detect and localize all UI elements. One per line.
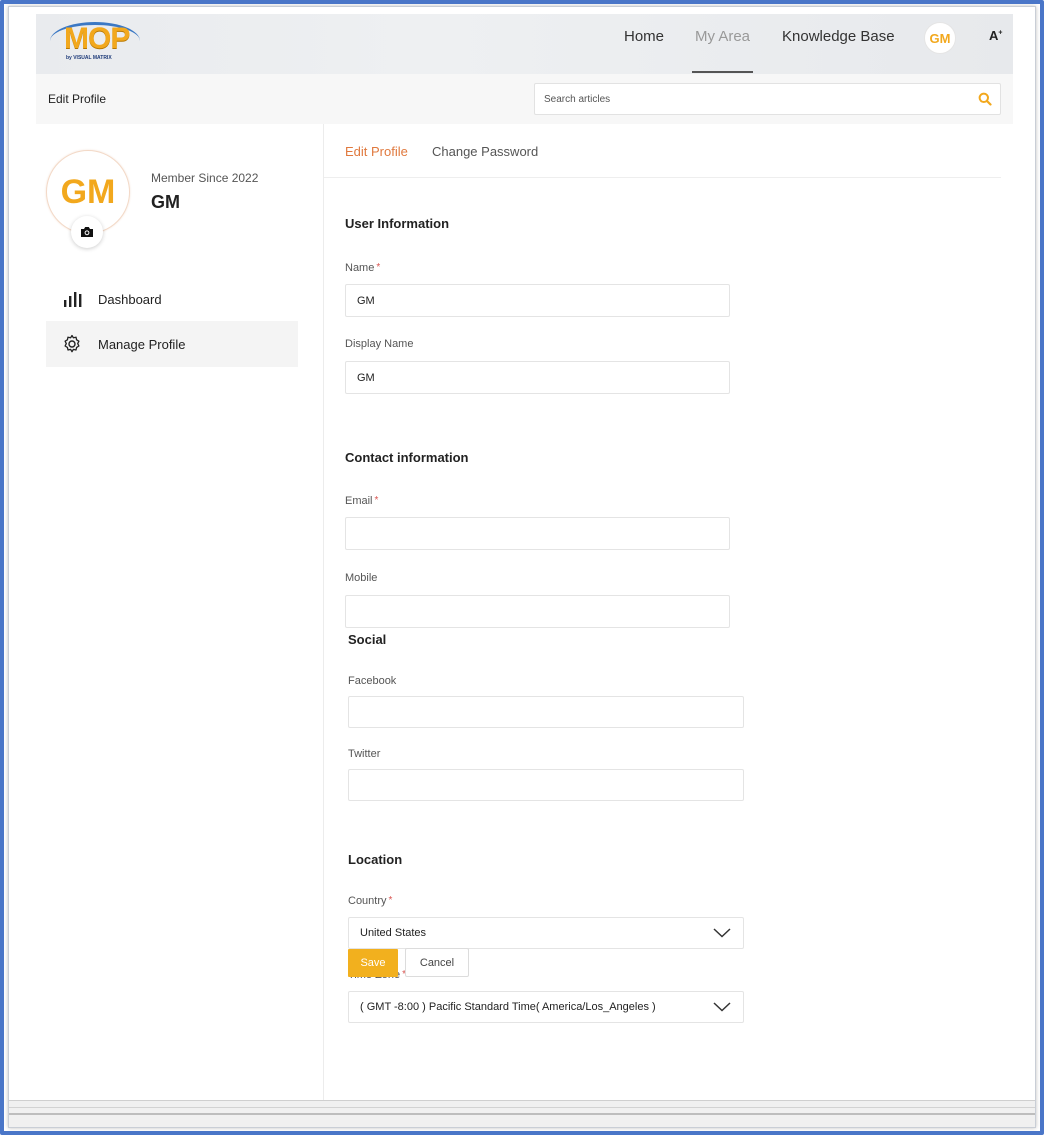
bottom-rule bbox=[8, 1107, 1036, 1108]
section-location: Location bbox=[348, 852, 403, 867]
font-size-icon-glyph: A bbox=[989, 28, 999, 43]
required-marker: * bbox=[376, 262, 381, 273]
name-label-text: Name bbox=[345, 262, 375, 274]
name-label: Name * bbox=[345, 262, 380, 274]
mop-logo[interactable]: MOP by VISUAL MATRIX bbox=[48, 20, 143, 64]
top-navigation: MOP by VISUAL MATRIX Home My Area Knowle… bbox=[36, 14, 1013, 74]
required-marker: * bbox=[374, 495, 379, 506]
search-icon[interactable] bbox=[978, 92, 992, 106]
display-name-field-wrapper bbox=[345, 361, 730, 394]
country-select[interactable]: United States bbox=[348, 917, 744, 949]
sidebar-item-manage-profile[interactable]: Manage Profile bbox=[46, 321, 298, 367]
timezone-select[interactable]: ( GMT -8:00 ) Pacific Standard Time( Ame… bbox=[348, 991, 744, 1023]
nav-active-indicator bbox=[692, 71, 753, 73]
tab-edit-profile[interactable]: Edit Profile bbox=[345, 144, 408, 159]
font-size-icon[interactable]: A+ bbox=[989, 28, 1002, 43]
country-label-text: Country bbox=[348, 895, 387, 907]
member-since: Member Since 2022 bbox=[151, 171, 259, 185]
chevron-down-icon bbox=[713, 928, 731, 938]
camera-icon bbox=[81, 227, 93, 237]
logo-subtext: by VISUAL MATRIX bbox=[66, 55, 112, 61]
profile-tabs: Edit Profile Change Password bbox=[324, 124, 1001, 178]
app-window: MOP by VISUAL MATRIX Home My Area Knowle… bbox=[36, 14, 1013, 1104]
nav-home[interactable]: Home bbox=[624, 28, 664, 45]
section-social: Social bbox=[348, 632, 387, 647]
gear-icon bbox=[64, 334, 80, 353]
save-button[interactable]: Save bbox=[348, 949, 398, 977]
section-contact-information: Contact information bbox=[345, 450, 469, 465]
chevron-down-icon bbox=[713, 1002, 731, 1012]
nav-knowledge-base[interactable]: Knowledge Base bbox=[782, 28, 895, 45]
section-user-information: User Information bbox=[345, 216, 450, 231]
bar-chart-icon bbox=[64, 292, 82, 307]
email-label-text: Email bbox=[345, 495, 373, 507]
profile-sidebar: GM Member Since 2022 GM Dashboard Manage… bbox=[36, 124, 324, 1104]
twitter-input[interactable] bbox=[349, 770, 743, 800]
user-avatar-button[interactable]: GM bbox=[924, 22, 956, 54]
facebook-field-wrapper bbox=[348, 696, 744, 728]
search-box bbox=[534, 83, 1001, 115]
country-label: Country * bbox=[348, 895, 392, 907]
logo-text: MOP bbox=[64, 22, 130, 55]
display-name-input[interactable] bbox=[346, 362, 729, 393]
mobile-input[interactable] bbox=[346, 596, 729, 627]
sidebar-item-label: Dashboard bbox=[98, 291, 162, 307]
name-input[interactable] bbox=[346, 285, 729, 316]
bottom-rule-thick bbox=[8, 1113, 1036, 1115]
email-label: Email * bbox=[345, 495, 378, 507]
twitter-field-wrapper bbox=[348, 769, 744, 801]
page-subheader: Edit Profile bbox=[36, 74, 1013, 124]
sidebar-item-dashboard[interactable]: Dashboard bbox=[46, 276, 298, 322]
name-field-wrapper bbox=[345, 284, 730, 317]
search-input[interactable] bbox=[535, 84, 965, 114]
sidebar-item-label: Manage Profile bbox=[98, 336, 186, 352]
tab-change-password[interactable]: Change Password bbox=[432, 144, 538, 159]
facebook-input[interactable] bbox=[349, 697, 743, 727]
timezone-select-value: ( GMT -8:00 ) Pacific Standard Time( Ame… bbox=[360, 1001, 656, 1013]
twitter-label: Twitter bbox=[348, 748, 381, 760]
facebook-label: Facebook bbox=[348, 675, 397, 687]
mobile-label: Mobile bbox=[345, 572, 378, 584]
country-select-value: United States bbox=[360, 927, 427, 939]
page-title: Edit Profile bbox=[48, 92, 107, 106]
mobile-field-wrapper bbox=[345, 595, 730, 628]
nav-my-area[interactable]: My Area bbox=[695, 28, 750, 45]
change-photo-button[interactable] bbox=[71, 216, 103, 248]
profile-name: GM bbox=[151, 192, 180, 212]
window-bottom-edge bbox=[8, 1100, 1036, 1128]
display-name-label: Display Name bbox=[345, 338, 414, 350]
cancel-button[interactable]: Cancel bbox=[405, 948, 469, 977]
email-input[interactable] bbox=[346, 518, 729, 549]
required-marker: * bbox=[388, 895, 393, 906]
email-field-wrapper bbox=[345, 517, 730, 550]
